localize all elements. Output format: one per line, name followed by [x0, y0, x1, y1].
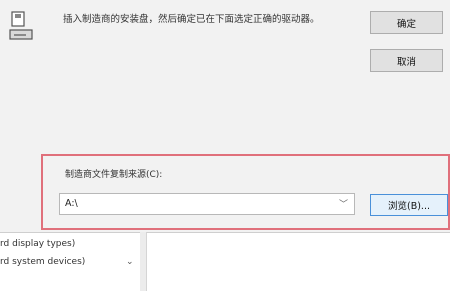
- cancel-button[interactable]: 取消: [370, 49, 443, 72]
- copy-source-label: 制造商文件复制来源(C):: [65, 170, 163, 180]
- copy-source-group: 制造商文件复制来源(C): A:\ ﹀ 浏览(B)...: [41, 154, 450, 230]
- source-path-value[interactable]: A:\: [65, 198, 78, 209]
- list-item[interactable]: rd display types): [0, 239, 75, 249]
- ok-button[interactable]: 确定: [370, 11, 443, 34]
- chevron-down-icon[interactable]: ⌄: [126, 257, 134, 267]
- install-from-disk-dialog: 插入制造商的安装盘，然后确定已在下面选定正确的驱动器。 确定 取消 制造商文件复…: [0, 0, 450, 232]
- browse-button[interactable]: 浏览(B)...: [370, 194, 448, 216]
- instruction-text: 插入制造商的安装盘，然后确定已在下面选定正确的驱动器。: [63, 14, 320, 25]
- background-device-list: rd display types) rd system devices) ⌄: [0, 232, 140, 291]
- source-path-combobox[interactable]: A:\ ﹀: [59, 193, 355, 215]
- disk-drive-icon: [9, 11, 33, 40]
- chevron-down-icon[interactable]: ﹀: [339, 197, 348, 210]
- background-model-list: [146, 232, 450, 291]
- list-item[interactable]: rd system devices): [0, 257, 85, 267]
